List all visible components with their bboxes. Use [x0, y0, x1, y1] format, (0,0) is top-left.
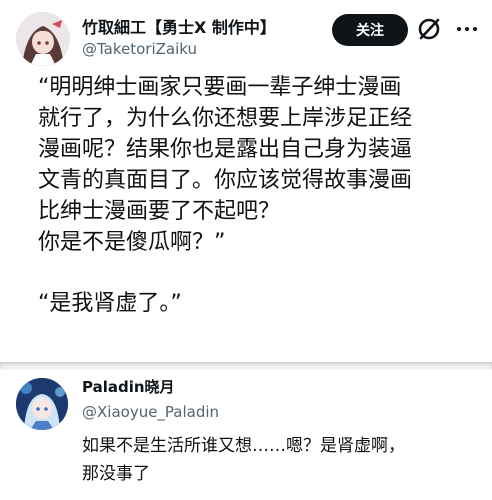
tweet-line: 如果不是生活所谁又想……嗯？是肾虚啊， — [82, 436, 405, 456]
follow-button[interactable]: 关注 — [332, 14, 408, 46]
tweet-line: “明明绅士画家只要画一辈子绅士漫画 — [38, 75, 402, 100]
tweet-original: 竹取細工【勇士X 制作中】 @TaketoriZaiku 关注 “明明绅士画家只… — [0, 0, 492, 362]
user-handle[interactable]: @Xiaoyue_Paladin — [82, 403, 219, 421]
avatar[interactable] — [16, 378, 68, 430]
tweet-line: “是我肾虚了。” — [38, 291, 182, 316]
divider — [0, 362, 492, 370]
tweet-text: 如果不是生活所谁又想……嗯？是肾虚啊， 那没事了 — [82, 432, 490, 488]
x-logo-icon — [418, 18, 440, 40]
avatar-image — [16, 12, 70, 66]
display-name[interactable]: 竹取細工【勇士X 制作中】 — [82, 14, 276, 38]
avatar[interactable] — [16, 12, 70, 66]
tweet-text: “明明绅士画家只要画一辈子绅士漫画 就行了，为什么你还想要上岸涉足正经 漫画呢？… — [38, 72, 478, 319]
tweet-line: 漫画呢？结果你也是露出自己身为装逼 — [38, 137, 413, 162]
display-name[interactable]: Paladin晓月 — [82, 376, 175, 397]
tweet-line: 就行了，为什么你还想要上岸涉足正经 — [38, 106, 413, 131]
tweet-line: 你是不是傻瓜啊？” — [38, 230, 226, 255]
more-options-icon[interactable] — [452, 16, 482, 42]
tweet-line: 比绅士漫画要了不起吧？ — [38, 199, 281, 224]
avatar-image — [16, 378, 68, 430]
tweet-line: 那没事了 — [82, 464, 150, 484]
tweet-reply: Paladin晓月 @Xiaoyue_Paladin 如果不是生活所谁又想……嗯… — [0, 370, 492, 500]
user-handle[interactable]: @TaketoriZaiku — [82, 40, 197, 58]
tweet-line: 文青的真面目了。你应该觉得故事漫画 — [38, 168, 413, 193]
